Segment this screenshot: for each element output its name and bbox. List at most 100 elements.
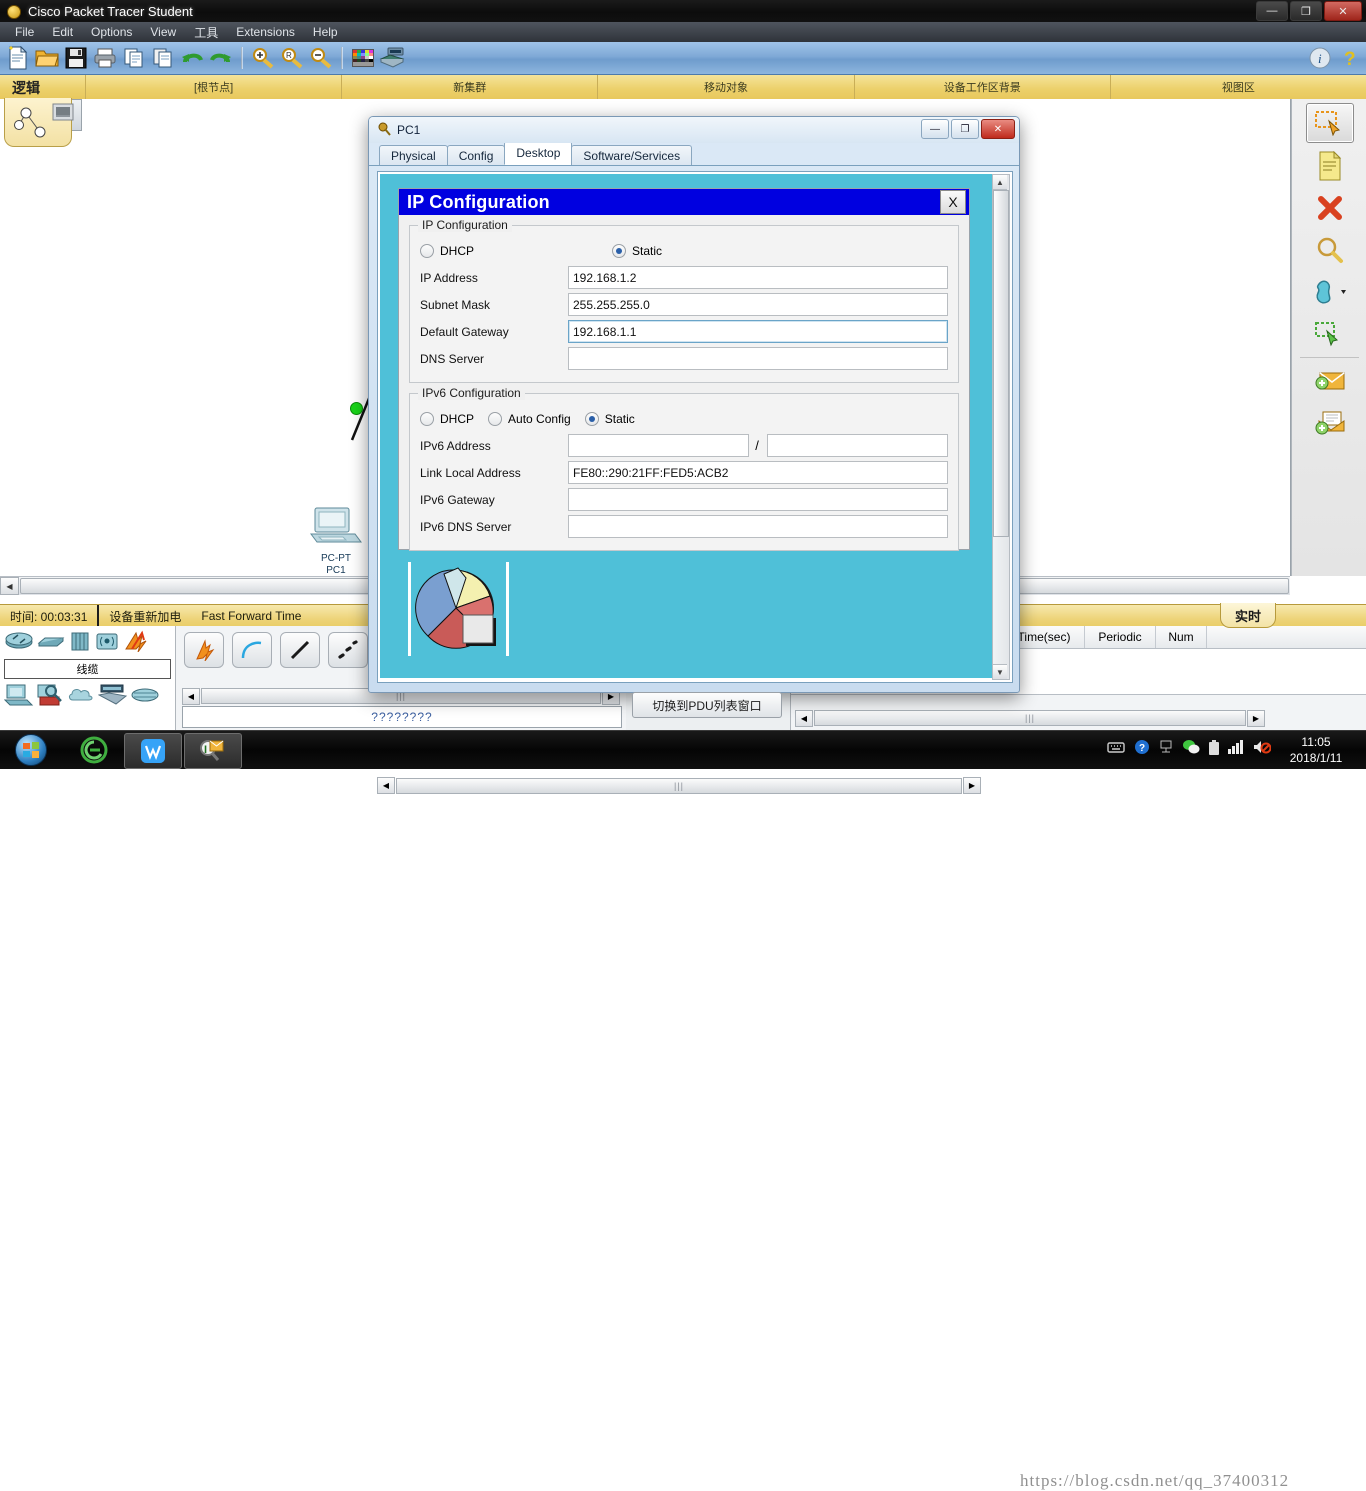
- select-tool[interactable]: [1305, 103, 1354, 143]
- pc1-minimize-button[interactable]: —: [921, 119, 949, 139]
- network-icon[interactable]: [1159, 740, 1173, 757]
- palette-icon[interactable]: [350, 45, 376, 71]
- zoom-reset-icon[interactable]: R: [279, 45, 305, 71]
- copper-straight-cable-icon[interactable]: [280, 632, 320, 668]
- device-panel-scroll-left[interactable]: ◀: [182, 687, 200, 705]
- console-cable-icon[interactable]: [232, 632, 272, 668]
- ipv6-prefix-input[interactable]: [766, 434, 948, 457]
- fast-forward-time-button[interactable]: Fast Forward Time: [191, 605, 311, 627]
- volume-mute-icon[interactable]: [1253, 739, 1272, 758]
- auto-cable-icon[interactable]: [184, 632, 224, 668]
- end-devices-icon[interactable]: [3, 683, 34, 710]
- connections-icon[interactable]: [122, 630, 150, 655]
- window-minimize-button[interactable]: —: [1256, 1, 1288, 21]
- pc1-dialog-hscrollbar[interactable]: ◀ ||| ▶: [377, 777, 981, 794]
- signal-icon[interactable]: [1228, 740, 1244, 757]
- paste-icon[interactable]: [150, 45, 176, 71]
- subnet-mask-input[interactable]: [568, 293, 948, 316]
- custom-devices-icon[interactable]: [379, 45, 405, 71]
- power-cycle-devices-button[interactable]: 设备重新加电: [99, 605, 191, 627]
- cluster-viewport[interactable]: 视图区: [1111, 75, 1366, 99]
- ipv6-address-input[interactable]: [568, 434, 750, 457]
- cluster-root-node[interactable]: [根节点]: [86, 75, 343, 99]
- menu-item-help[interactable]: Help: [304, 23, 347, 41]
- zoom-in-icon[interactable]: [250, 45, 276, 71]
- undo-icon[interactable]: [179, 45, 205, 71]
- copper-crossover-cable-icon[interactable]: [328, 632, 368, 668]
- open-folder-icon[interactable]: [34, 45, 60, 71]
- ipv6-dns-server-input[interactable]: [568, 515, 948, 538]
- ipv4-static-radio[interactable]: Static: [612, 244, 662, 258]
- tab-config[interactable]: Config: [446, 145, 506, 165]
- wps-icon[interactable]: [124, 733, 182, 769]
- hub-icon[interactable]: [68, 630, 92, 655]
- ipv6-gateway-input[interactable]: [568, 488, 948, 511]
- tab-software-services[interactable]: Software/Services: [571, 145, 693, 165]
- window-close-button[interactable]: ✕: [1324, 1, 1362, 21]
- custom-made-icon[interactable]: [130, 684, 160, 709]
- wan-emulation-icon[interactable]: [97, 683, 128, 710]
- note-tool[interactable]: [1307, 147, 1353, 185]
- switch-to-pdu-list-window-button[interactable]: 切换到PDU列表窗口: [632, 692, 782, 718]
- workspace-scroll-left[interactable]: ◀: [0, 577, 19, 595]
- add-simple-pdu-envelope-plus-icon[interactable]: [1307, 362, 1353, 400]
- desktop-scroll-down[interactable]: ▼: [993, 664, 1007, 679]
- pc1-scroll-right[interactable]: ▶: [963, 777, 981, 794]
- draw-shape-icon[interactable]: [1307, 273, 1353, 311]
- save-icon[interactable]: [63, 45, 89, 71]
- cluster-set-background[interactable]: 设备工作区背景: [855, 75, 1111, 99]
- logical-tab-label[interactable]: 逻辑: [6, 76, 86, 100]
- ipv6-dhcp-radio[interactable]: DHCP: [420, 412, 474, 426]
- redo-icon[interactable]: [208, 45, 234, 71]
- desktop-scroll-thumb[interactable]: [993, 190, 1009, 537]
- pdu-scroll-thumb[interactable]: |||: [814, 710, 1246, 726]
- zoom-out-icon[interactable]: [308, 45, 334, 71]
- cluster-new-cluster[interactable]: 新集群: [342, 75, 599, 99]
- link-local-address-input[interactable]: [568, 461, 948, 484]
- pc1-close-button[interactable]: ✕: [981, 119, 1015, 139]
- menu-item-options[interactable]: Options: [82, 23, 141, 41]
- new-file-icon[interactable]: [5, 45, 31, 71]
- start-button[interactable]: [6, 733, 56, 767]
- security-icon[interactable]: [36, 683, 64, 710]
- pdu-list-hscrollbar[interactable]: ◀ ||| ▶: [795, 709, 1265, 727]
- cloud-icon[interactable]: [66, 684, 96, 709]
- info-icon[interactable]: i: [1307, 45, 1333, 71]
- help-icon[interactable]: ?: [1339, 45, 1365, 71]
- wechat-icon[interactable]: [1182, 739, 1200, 758]
- ipv6-static-radio[interactable]: Static: [584, 412, 635, 426]
- desktop-vscrollbar[interactable]: ▲ ▼: [992, 174, 1010, 680]
- cluster-move-object[interactable]: 移动对象: [598, 75, 855, 99]
- packet-tracer-icon[interactable]: I: [184, 733, 242, 769]
- pdu-scroll-right[interactable]: ▶: [1247, 709, 1265, 727]
- keyboard-icon[interactable]: [1107, 741, 1125, 756]
- device-pc1[interactable]: PC-PT PC1: [305, 504, 367, 576]
- resize-shape-icon[interactable]: [1307, 315, 1353, 353]
- browser-icon[interactable]: [66, 733, 122, 767]
- dns-server-input[interactable]: [568, 347, 948, 370]
- menu-item-file[interactable]: File: [6, 23, 43, 41]
- pdu-col-periodic[interactable]: Periodic: [1085, 626, 1156, 648]
- menu-item-view[interactable]: View: [141, 23, 185, 41]
- pc1-scroll-thumb[interactable]: |||: [396, 777, 962, 794]
- router-icon[interactable]: [4, 630, 34, 655]
- ip-address-input[interactable]: [568, 266, 948, 289]
- pdu-scroll-left[interactable]: ◀: [795, 709, 813, 727]
- pdu-col-num[interactable]: Num: [1156, 626, 1207, 648]
- pc1-restore-button[interactable]: ❐: [951, 119, 979, 139]
- print-icon[interactable]: [92, 45, 118, 71]
- battery-icon[interactable]: [1209, 739, 1219, 758]
- ipv6-auto-config-radio[interactable]: Auto Config: [488, 412, 571, 426]
- copy-icon[interactable]: [121, 45, 147, 71]
- ip-config-close-button[interactable]: X: [940, 190, 966, 214]
- add-complex-pdu-envelope-open-plus-icon[interactable]: [1307, 404, 1353, 442]
- tab-physical[interactable]: Physical: [379, 145, 448, 165]
- traffic-generator-desktop-icon[interactable]: [408, 562, 518, 658]
- delete-x-icon[interactable]: [1307, 189, 1353, 227]
- taskbar-clock[interactable]: 11:05 2018/1/11: [1280, 734, 1352, 766]
- switch-icon[interactable]: [36, 630, 66, 655]
- ipv4-dhcp-radio[interactable]: DHCP: [420, 244, 474, 258]
- default-gateway-input[interactable]: [568, 320, 948, 343]
- tab-desktop[interactable]: Desktop: [504, 141, 573, 165]
- inspect-magnifier-icon[interactable]: [1307, 231, 1353, 269]
